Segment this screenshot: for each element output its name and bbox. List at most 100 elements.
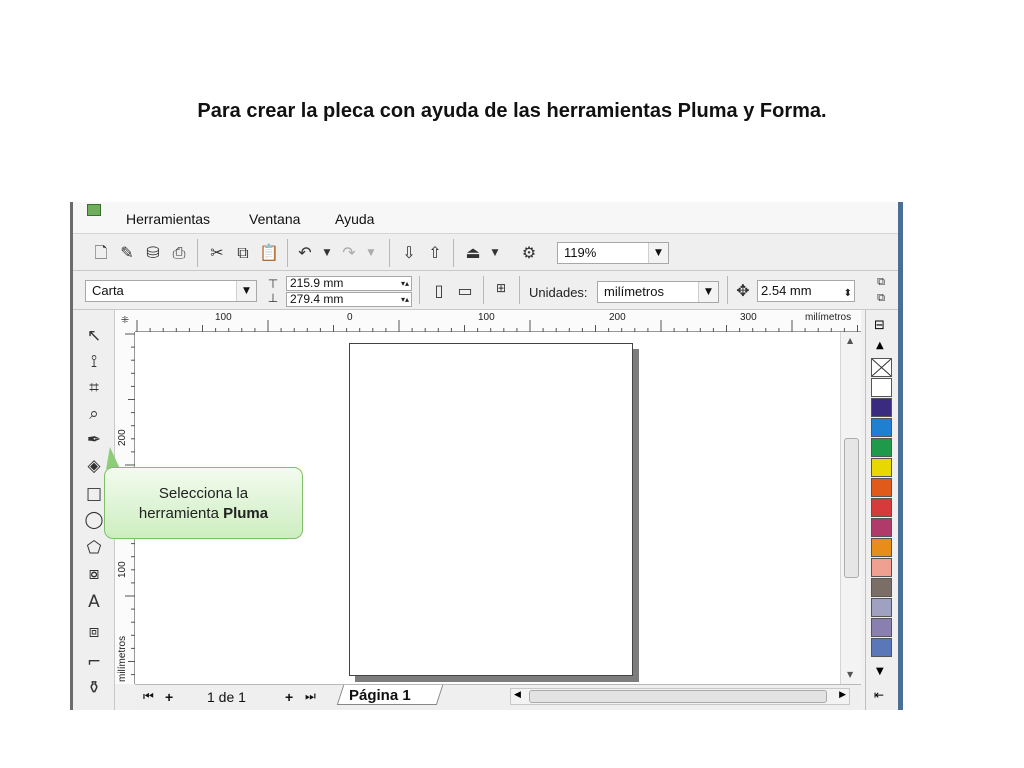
nudge-icon: ✥	[736, 281, 750, 300]
no-color-swatch[interactable]	[871, 358, 892, 377]
nudge-field[interactable]: 2.54 mm ⬍	[757, 280, 855, 302]
options-icon[interactable]: ⚙	[519, 243, 539, 263]
vertical-scrollbar[interactable]: ▲ ▼	[840, 332, 861, 684]
print-icon[interactable]: ⎙	[169, 243, 189, 263]
white-swatch[interactable]	[871, 378, 892, 397]
horizontal-scrollbar[interactable]: ◀ ▶	[510, 688, 850, 705]
landscape-icon[interactable]: ▭	[455, 281, 475, 301]
instruction-callout: Selecciona la herramienta Pluma	[104, 467, 303, 539]
nudge-value: 2.54 mm	[761, 283, 812, 298]
page-height-field[interactable]: 279.4 mm ▾▴	[286, 292, 412, 307]
redo-icon[interactable]: ↷	[339, 243, 359, 263]
add-page-after-icon[interactable]: +	[285, 689, 293, 705]
undo-dropdown-icon[interactable]: ▼	[317, 243, 337, 263]
ruler-label: 300	[740, 312, 757, 323]
new-document-icon[interactable]: 🗋	[91, 243, 111, 263]
color-swatch[interactable]	[871, 638, 892, 657]
page-counter: 1 de 1	[207, 689, 246, 705]
first-page-icon[interactable]: ⏮	[143, 689, 154, 704]
redo-dropdown-icon[interactable]: ▼	[361, 243, 381, 263]
zoom-combo[interactable]: 119% ▼	[557, 242, 669, 264]
undo-icon[interactable]: ↶	[295, 243, 315, 263]
page-width-value: 215.9 mm	[290, 276, 344, 290]
fill-tool-icon[interactable]: ⚱	[81, 676, 107, 700]
page-layout-icon[interactable]: ⊞	[491, 278, 511, 298]
palette-expand-icon[interactable]: ⇤	[874, 688, 884, 702]
palette-scroll-up-icon[interactable]: ▲	[876, 340, 884, 351]
chevron-down-icon[interactable]: ▼	[648, 243, 668, 263]
last-page-icon[interactable]: ⏭	[305, 689, 316, 704]
add-page-before-icon[interactable]: +	[165, 689, 173, 705]
spin-icon[interactable]: ▾▴	[401, 277, 409, 290]
save-icon[interactable]: ⛁	[143, 243, 163, 263]
color-swatch[interactable]	[871, 538, 892, 557]
callout-text: herramienta	[138, 505, 224, 522]
coreldraw-window: Herramientas Ventana Ayuda 🗋 ✎ ⛁ ⎙ ✂ ⧉ 📋…	[70, 202, 903, 710]
color-swatch[interactable]	[871, 578, 892, 597]
ruler-unit: milímetros	[805, 312, 852, 323]
scroll-down-icon[interactable]: ▼	[847, 670, 853, 679]
color-swatch[interactable]	[871, 498, 892, 517]
open-icon[interactable]: ✎	[117, 243, 137, 263]
spin-icon[interactable]: ▾▴	[401, 293, 409, 306]
scroll-up-icon[interactable]: ▲	[847, 336, 853, 345]
page-width-field[interactable]: 215.9 mm ▾▴	[286, 276, 412, 291]
ruler-label: 100	[215, 312, 232, 323]
blend-tool-icon[interactable]: ⧈	[81, 620, 107, 644]
portrait-icon[interactable]: ▯	[429, 281, 449, 301]
shape-tool-icon[interactable]: ⟟	[81, 350, 107, 374]
import-icon[interactable]: ⇩	[399, 243, 419, 263]
chevron-down-icon[interactable]: ▼	[236, 281, 256, 301]
paste-icon[interactable]: 📋	[259, 243, 279, 263]
export-icon[interactable]: ⇧	[425, 243, 445, 263]
app-icon	[87, 204, 101, 216]
palette-options-icon[interactable]: ⊟	[874, 318, 885, 333]
eyedropper-icon[interactable]: ⌐	[81, 650, 107, 674]
page-height-value: 279.4 mm	[290, 292, 344, 306]
copy-icon[interactable]: ⧉	[233, 243, 253, 263]
color-swatch[interactable]	[871, 478, 892, 497]
launcher-dropdown-icon[interactable]: ▼	[485, 243, 505, 263]
scroll-thumb[interactable]	[844, 438, 859, 578]
color-swatch[interactable]	[871, 458, 892, 477]
application-launcher-icon[interactable]: ⏏	[463, 243, 483, 263]
color-swatch[interactable]	[871, 438, 892, 457]
polygon-tool-icon[interactable]: ⬠	[81, 536, 107, 560]
color-swatch[interactable]	[871, 398, 892, 417]
paper-size-value: Carta	[92, 283, 124, 298]
callout-highlight: Pluma	[223, 505, 269, 522]
text-tool-icon[interactable]: A	[81, 590, 107, 614]
color-swatch[interactable]	[871, 518, 892, 537]
color-swatch[interactable]	[871, 618, 892, 637]
cut-icon[interactable]: ✂	[207, 243, 227, 263]
menu-bar: Herramientas Ventana Ayuda	[73, 202, 898, 234]
menu-ventana[interactable]: Ventana	[249, 211, 300, 227]
callout-line-2: herramienta Pluma	[105, 504, 302, 524]
ruler-label: 200	[609, 312, 626, 323]
page-tab-label[interactable]: Página 1	[349, 687, 411, 704]
duplicate-distance-y-icon[interactable]: ⧉	[871, 288, 891, 308]
callout-line-1: Selecciona la	[158, 485, 249, 502]
menu-herramientas[interactable]: Herramientas	[126, 211, 210, 227]
ruler-label: 100	[478, 312, 495, 323]
color-swatch[interactable]	[871, 558, 892, 577]
units-combo[interactable]: milímetros ▼	[597, 281, 719, 303]
basic-shapes-icon[interactable]: ⧇	[81, 562, 107, 586]
ruler-origin-icon[interactable]: ⁜	[115, 310, 135, 332]
pick-tool-icon[interactable]: ↖	[81, 324, 107, 348]
scroll-right-icon[interactable]: ▶	[839, 690, 846, 700]
document-page[interactable]	[349, 343, 633, 676]
color-swatch[interactable]	[871, 598, 892, 617]
ruler-unit: milímetros	[117, 635, 128, 682]
palette-scroll-down-icon[interactable]: ▼	[876, 666, 884, 677]
menu-ayuda[interactable]: Ayuda	[335, 211, 374, 227]
zoom-tool-icon[interactable]: ⌕	[81, 402, 107, 426]
chevron-down-icon[interactable]: ▼	[698, 282, 718, 302]
crop-tool-icon[interactable]: ⌗	[81, 376, 107, 400]
zoom-value: 119%	[564, 245, 597, 260]
scroll-thumb[interactable]	[529, 690, 827, 703]
paper-size-combo[interactable]: Carta ▼	[85, 280, 257, 302]
color-swatch[interactable]	[871, 418, 892, 437]
scroll-left-icon[interactable]: ◀	[514, 690, 521, 700]
spin-icon[interactable]: ⬍	[844, 284, 852, 304]
